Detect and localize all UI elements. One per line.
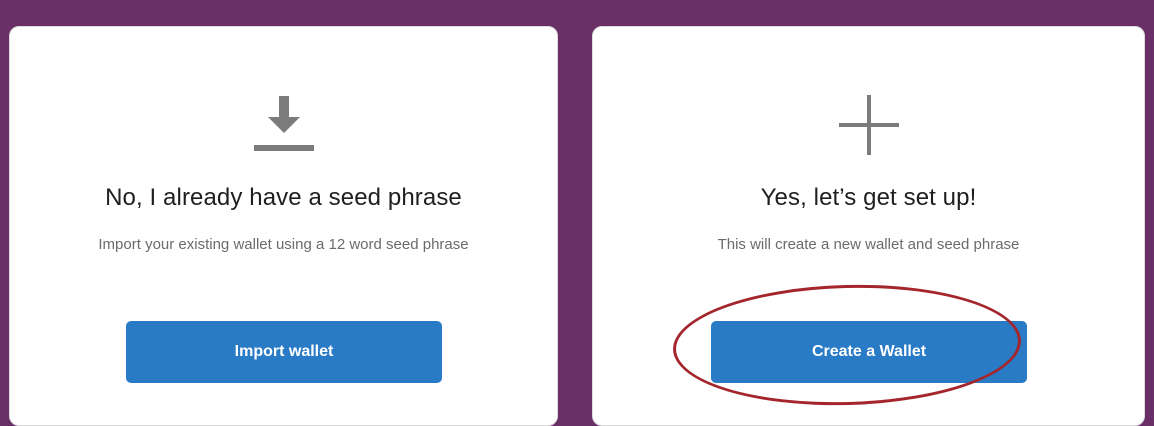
create-card-subtitle: This will create a new wallet and seed p… <box>717 236 1020 253</box>
download-icon <box>252 93 316 157</box>
create-wallet-button[interactable]: Create a Wallet <box>711 321 1027 383</box>
create-wallet-card: Yes, let’s get set up! This will create … <box>592 26 1145 426</box>
import-card-subtitle: Import your existing wallet using a 12 w… <box>98 236 469 253</box>
import-wallet-button[interactable]: Import wallet <box>126 321 442 383</box>
import-card-title: No, I already have a seed phrase <box>105 184 462 211</box>
import-wallet-card: No, I already have a seed phrase Import … <box>9 26 558 426</box>
create-card-title: Yes, let’s get set up! <box>760 184 977 211</box>
plus-icon <box>837 93 901 157</box>
